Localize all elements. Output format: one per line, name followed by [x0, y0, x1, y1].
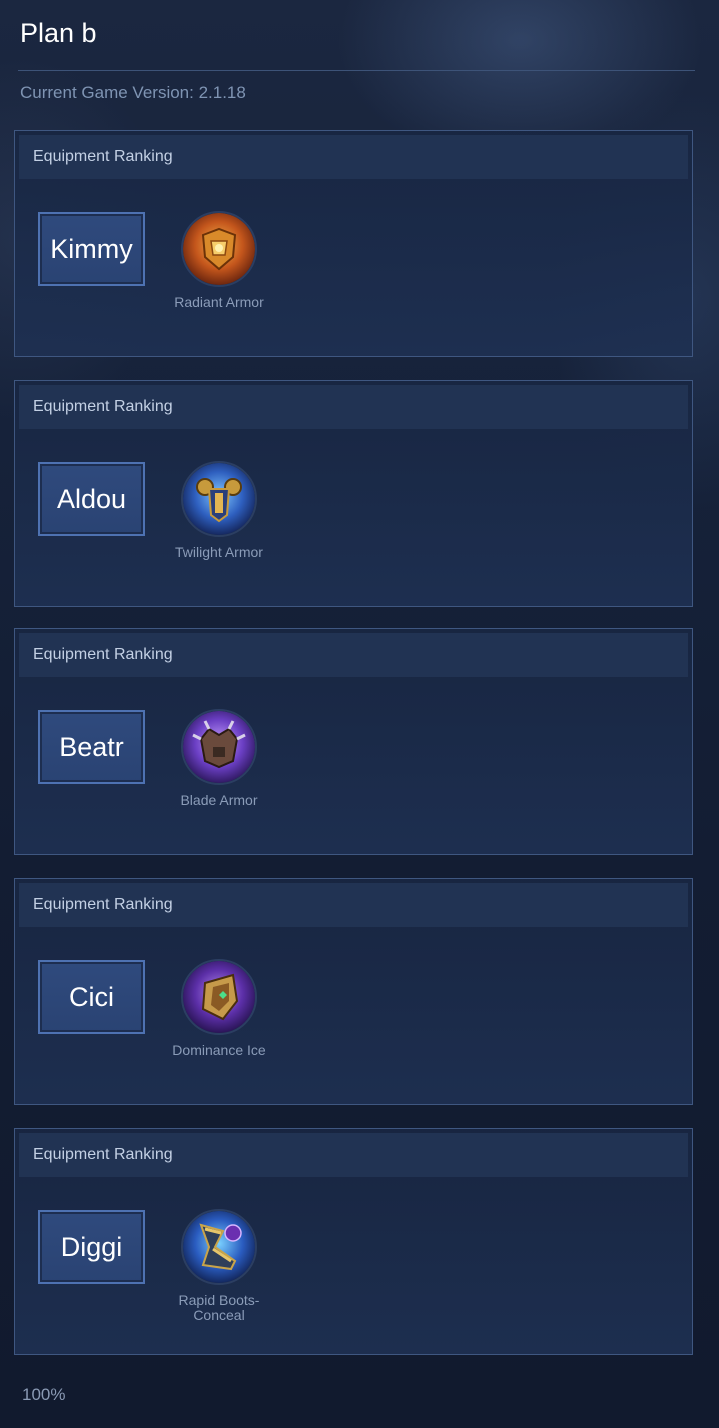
- page-title: Plan b: [20, 18, 97, 48]
- equipment-card: Equipment Ranking Cici Dominance Ice: [14, 878, 693, 1105]
- section-label: Equipment Ranking: [33, 1146, 173, 1163]
- item-name: Rapid Boots-Conceal: [178, 1292, 260, 1323]
- equipment-card: Equipment Ranking Aldou Twilight Armor: [14, 380, 693, 607]
- section-label: Equipment Ranking: [33, 646, 173, 663]
- item-name: Radiant Armor: [174, 294, 264, 310]
- twilight-armor-icon: [181, 461, 257, 537]
- equipment-card: Equipment Ranking Kimmy Radiant Armor: [14, 130, 693, 357]
- hero-button-diggi[interactable]: Diggi: [38, 1210, 145, 1284]
- dominance-ice-icon: [181, 959, 257, 1035]
- section-label: Equipment Ranking: [33, 398, 173, 415]
- section-label: Equipment Ranking: [33, 896, 173, 913]
- card-header: Equipment Ranking: [19, 385, 688, 429]
- hero-button-aldou[interactable]: Aldou: [38, 462, 145, 536]
- item-name: Dominance Ice: [172, 1042, 266, 1058]
- equipment-item[interactable]: Radiant Armor: [165, 211, 273, 310]
- item-name: Blade Armor: [180, 792, 258, 808]
- card-header: Equipment Ranking: [19, 135, 688, 179]
- hero-button-kimmy[interactable]: Kimmy: [38, 212, 145, 286]
- title-divider: [18, 70, 695, 71]
- equipment-item[interactable]: Dominance Ice: [165, 959, 273, 1058]
- card-header: Equipment Ranking: [19, 1133, 688, 1177]
- section-label: Equipment Ranking: [33, 148, 173, 165]
- item-name: Twilight Armor: [175, 544, 263, 560]
- equipment-card: Equipment Ranking Beatr Blade Armor: [14, 628, 693, 855]
- hero-button-beatr[interactable]: Beatr: [38, 710, 145, 784]
- card-header: Equipment Ranking: [19, 633, 688, 677]
- hero-button-cici[interactable]: Cici: [38, 960, 145, 1034]
- rapid-boots-conceal-icon: [181, 1209, 257, 1285]
- blade-armor-icon: [181, 709, 257, 785]
- radiant-armor-icon: [181, 211, 257, 287]
- equipment-card: Equipment Ranking Diggi Rapid Boots-Conc…: [14, 1128, 693, 1355]
- equipment-item[interactable]: Rapid Boots-Conceal: [165, 1209, 273, 1323]
- progress-percent: 100%: [22, 1385, 66, 1404]
- equipment-item[interactable]: Twilight Armor: [165, 461, 273, 560]
- game-version-text: Current Game Version: 2.1.18: [20, 83, 246, 102]
- card-header: Equipment Ranking: [19, 883, 688, 927]
- equipment-item[interactable]: Blade Armor: [165, 709, 273, 808]
